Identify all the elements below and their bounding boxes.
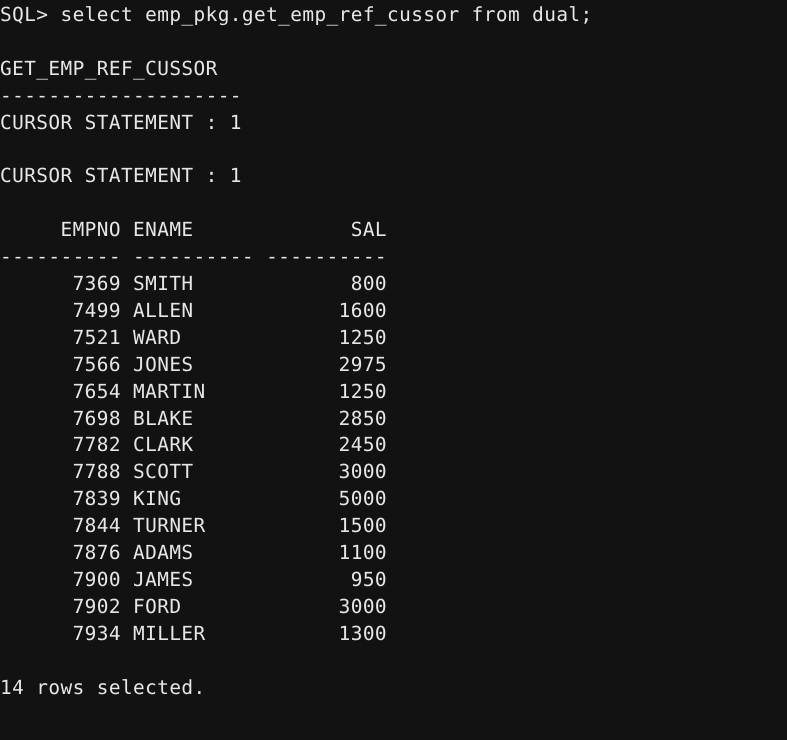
table-row: 7902 FORD 3000 (0, 594, 388, 618)
result-column-rule: -------------------- (0, 83, 242, 107)
table-row: 7499 ALLEN 1600 (0, 298, 388, 322)
blank-line-4 (0, 648, 787, 675)
table-row: 7654 MARTIN 1250 (0, 379, 388, 403)
table-row: 7876 ADAMS 1100 (0, 541, 388, 565)
row-count-message: 14 rows selected. (0, 675, 206, 699)
table-row: 7844 TURNER 1500 (0, 514, 388, 538)
table-row: 7788 SCOTT 3000 (0, 460, 388, 484)
command-line: SQL> select emp_pkg.get_emp_ref_cussor f… (0, 3, 593, 26)
blank-line-3 (0, 190, 787, 217)
table-header-row: EMPNO ENAME SAL (0, 218, 388, 242)
cursor-statement-line-1: CURSOR STATEMENT : 1 (0, 110, 242, 134)
table-separator-row: ---------- ---------- ---------- (0, 245, 388, 269)
table-row: 7521 WARD 1250 (0, 325, 388, 349)
blank-line-2 (0, 137, 787, 164)
terminal-window[interactable]: SQL> select emp_pkg.get_emp_ref_cussor f… (0, 0, 787, 740)
table-row: 7839 KING 5000 (0, 487, 388, 511)
cursor-statement-line-2: CURSOR STATEMENT : 1 (0, 164, 242, 188)
table-row: 7900 JAMES 950 (0, 567, 388, 591)
table-row: 7566 JONES 2975 (0, 352, 388, 376)
table-row: 7934 MILLER 1300 (0, 621, 388, 645)
result-column-header: GET_EMP_REF_CUSSOR (0, 56, 218, 80)
blank-line-1 (0, 29, 787, 56)
table-row: 7369 SMITH 800 (0, 272, 388, 296)
table-row: 7782 CLARK 2450 (0, 433, 388, 457)
table-row: 7698 BLAKE 2850 (0, 406, 388, 430)
terminal-output[interactable]: SQL> select emp_pkg.get_emp_ref_cussor f… (0, 0, 787, 702)
